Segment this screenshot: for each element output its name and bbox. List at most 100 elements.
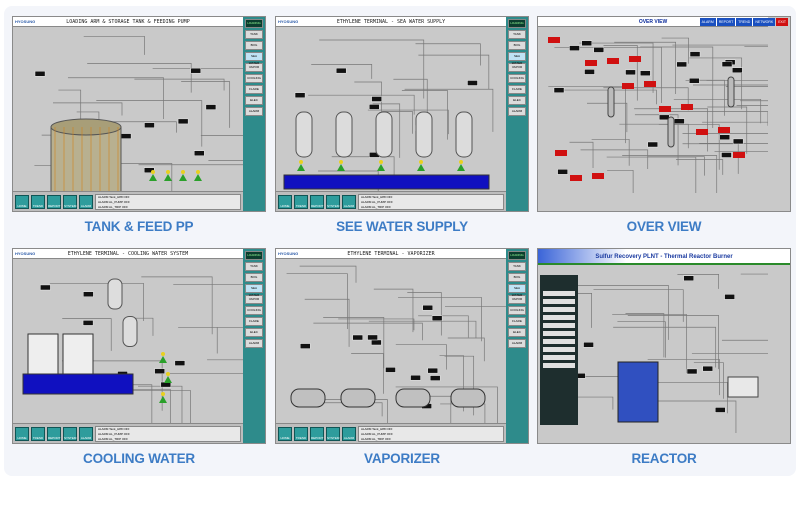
- nav-button[interactable]: FLARE: [508, 85, 526, 94]
- reactor-vessel[interactable]: [727, 376, 759, 398]
- alarm-log[interactable]: ALARM Tank_H88 OFF ALARM AL_PUMP OFF ALARM…: [95, 193, 241, 210]
- alarm-indicator[interactable]: [555, 150, 567, 156]
- vaporizer-unit[interactable]: [340, 388, 376, 408]
- nav-button[interactable]: FLARE: [245, 85, 263, 94]
- pump-icon[interactable]: [457, 164, 465, 171]
- toolbar-button[interactable]: SYSTEM: [326, 426, 340, 441]
- column-vessel[interactable]: [607, 86, 615, 118]
- toolbar-button[interactable]: TREND: [31, 426, 45, 441]
- nav-button[interactable]: TANK: [245, 262, 263, 271]
- alarm-indicator[interactable]: [696, 129, 708, 135]
- alarm-indicator[interactable]: [629, 56, 641, 62]
- nav-button[interactable]: LOADING: [508, 251, 526, 260]
- toolbar-button[interactable]: HOME: [278, 426, 292, 441]
- alarm-indicator[interactable]: [548, 37, 560, 43]
- alarm-indicator[interactable]: [570, 175, 582, 181]
- pump-icon[interactable]: [337, 164, 345, 171]
- toolbar-button[interactable]: HOME: [15, 194, 29, 209]
- toolbar-button[interactable]: REPORT: [47, 426, 61, 441]
- pump-icon[interactable]: [179, 174, 187, 181]
- nav-button[interactable]: COOLING: [508, 74, 526, 83]
- burner-control-popup[interactable]: [617, 361, 659, 423]
- nav-button[interactable]: LOADING: [245, 19, 263, 28]
- column-vessel[interactable]: [667, 116, 675, 148]
- toolbar-button[interactable]: ALARM: [342, 194, 356, 209]
- alarm-indicator[interactable]: [622, 83, 634, 89]
- storage-tank[interactable]: [50, 126, 122, 193]
- toolbar-button[interactable]: SYSTEM: [63, 426, 77, 441]
- alarm-log[interactable]: ALARM Tank_H88 OFF ALARM AL_PUMP OFF ALARM…: [95, 425, 241, 442]
- nav-button[interactable]: ELEC: [508, 96, 526, 105]
- nav-button[interactable]: BOG: [508, 273, 526, 282]
- alarm-indicator[interactable]: [607, 58, 619, 64]
- cooling-tower[interactable]: [27, 333, 59, 375]
- column-vessel[interactable]: [727, 76, 735, 108]
- water-tank[interactable]: [122, 316, 138, 347]
- cooling-tower[interactable]: [62, 333, 94, 375]
- toolbar-button[interactable]: REPORT: [47, 194, 61, 209]
- nav-button[interactable]: TANK: [508, 262, 526, 271]
- nav-button[interactable]: LOADING: [508, 19, 526, 28]
- nav-button[interactable]: COOLING: [508, 306, 526, 315]
- nav-button[interactable]: VAPOR: [245, 295, 263, 304]
- toolbar-button[interactable]: SYSTEM: [63, 194, 77, 209]
- water-tank[interactable]: [107, 278, 123, 310]
- pump-icon[interactable]: [159, 396, 167, 403]
- nav-button[interactable]: TANK: [245, 30, 263, 39]
- nav-button[interactable]: BOG: [245, 273, 263, 282]
- header-button[interactable]: EXIT: [776, 18, 788, 26]
- menu-item[interactable]: [543, 291, 575, 296]
- toolbar-button[interactable]: HOME: [278, 194, 292, 209]
- nav-button[interactable]: ELEC: [245, 328, 263, 337]
- nav-button[interactable]: VAPOR: [508, 63, 526, 72]
- nav-button[interactable]: VAPOR: [245, 63, 263, 72]
- alarm-indicator[interactable]: [659, 106, 671, 112]
- nav-button[interactable]: COOLING: [245, 74, 263, 83]
- pump-icon[interactable]: [164, 174, 172, 181]
- alarm-indicator[interactable]: [718, 127, 730, 133]
- pump-icon[interactable]: [297, 164, 305, 171]
- nav-button[interactable]: ELEC: [508, 328, 526, 337]
- filter-vessel[interactable]: [295, 111, 313, 158]
- nav-button[interactable]: COOLING: [245, 306, 263, 315]
- toolbar-button[interactable]: ALARM: [79, 426, 93, 441]
- filter-vessel[interactable]: [335, 111, 353, 158]
- toolbar-button[interactable]: TREND: [31, 194, 45, 209]
- nav-button[interactable]: SEA WATER: [245, 284, 263, 297]
- header-button[interactable]: TREND: [736, 18, 753, 26]
- menu-item[interactable]: [543, 323, 575, 328]
- vaporizer-unit[interactable]: [395, 388, 431, 408]
- nav-button[interactable]: SEA WATER: [245, 52, 263, 65]
- header-button[interactable]: ALARM: [699, 18, 716, 26]
- vaporizer-unit[interactable]: [450, 388, 486, 408]
- nav-button[interactable]: ALARM: [245, 107, 263, 116]
- pump-icon[interactable]: [159, 356, 167, 363]
- pump-icon[interactable]: [377, 164, 385, 171]
- pump-icon[interactable]: [149, 174, 157, 181]
- menu-item[interactable]: [543, 363, 575, 368]
- nav-button[interactable]: ELEC: [245, 96, 263, 105]
- filter-vessel[interactable]: [375, 111, 393, 158]
- toolbar-button[interactable]: SYSTEM: [326, 194, 340, 209]
- nav-button[interactable]: SEA WATER: [508, 52, 526, 65]
- toolbar-button[interactable]: ALARM: [342, 426, 356, 441]
- toolbar-button[interactable]: HOME: [15, 426, 29, 441]
- menu-item[interactable]: [543, 339, 575, 344]
- nav-button[interactable]: TANK: [508, 30, 526, 39]
- nav-button[interactable]: ALARM: [245, 339, 263, 348]
- nav-button[interactable]: BOG: [245, 41, 263, 50]
- alarm-indicator[interactable]: [644, 81, 656, 87]
- header-button[interactable]: NETWORK: [753, 18, 776, 26]
- menu-item[interactable]: [543, 347, 575, 352]
- nav-button[interactable]: FLARE: [245, 317, 263, 326]
- menu-item[interactable]: [543, 299, 575, 304]
- menu-item[interactable]: [543, 355, 575, 360]
- header-button[interactable]: REPORT: [716, 18, 736, 26]
- alarm-indicator[interactable]: [681, 104, 693, 110]
- pump-icon[interactable]: [194, 174, 202, 181]
- menu-item[interactable]: [543, 331, 575, 336]
- toolbar-button[interactable]: TREND: [294, 194, 308, 209]
- alarm-log[interactable]: ALARM Tank_H88 OFF ALARM AL_PUMP OFF ALARM…: [358, 193, 504, 210]
- alarm-indicator[interactable]: [585, 60, 597, 66]
- toolbar-button[interactable]: TREND: [294, 426, 308, 441]
